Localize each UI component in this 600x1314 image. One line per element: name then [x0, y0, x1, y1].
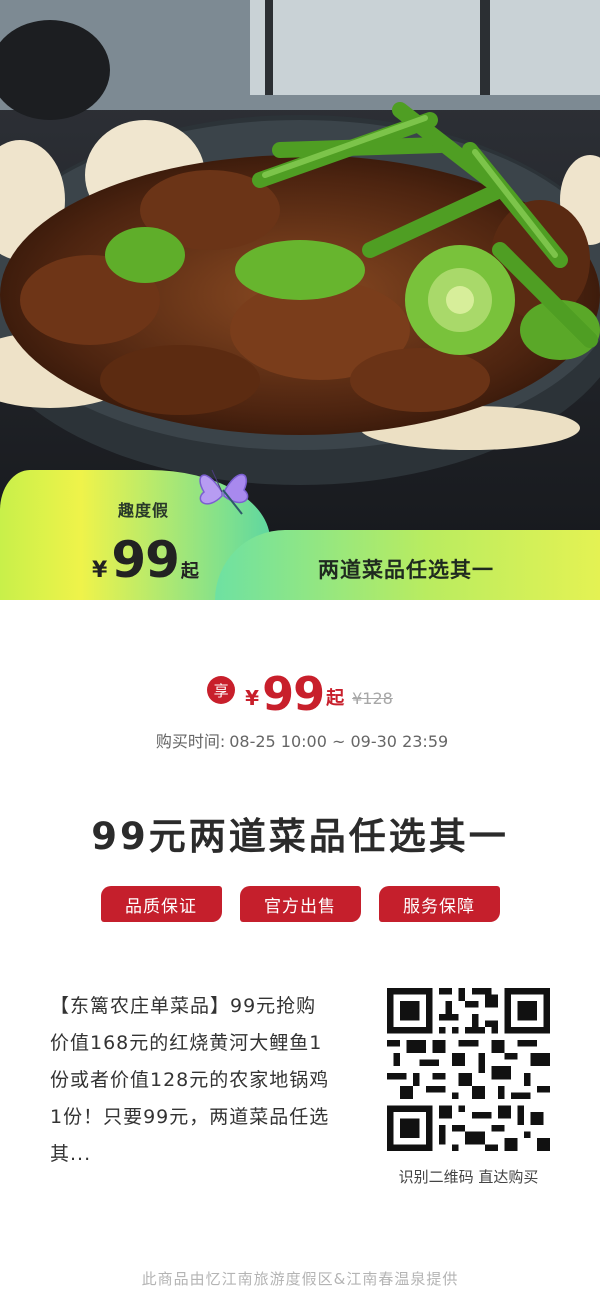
guarantee-badges: 品质保证 官方出售 服务保障: [0, 886, 600, 922]
hero-price: ¥ 99 起: [92, 530, 199, 590]
enjoy-badge: 享: [207, 676, 236, 704]
badge-service: 服务保障: [378, 886, 500, 922]
hero-price-value: 99: [111, 531, 180, 589]
purchase-time-range: 08-25 10:00 ~ 09-30 23:59: [229, 732, 449, 751]
hero-price-suffix: 起: [180, 561, 199, 582]
butterfly-icon: [199, 469, 249, 515]
hero-banner-text: 两道菜品任选其一: [318, 558, 494, 582]
price-value: 99: [262, 667, 325, 721]
qr-code[interactable]: [387, 988, 550, 1151]
product-title: 99元两道菜品任选其一: [91, 815, 509, 858]
provider-footer: 此商品由忆江南旅游度假区&江南春温泉提供: [141, 1270, 459, 1288]
hero-banner: 趣度假 ¥ 99 起 两道菜品任选其一: [0, 0, 600, 600]
badge-quality: 品质保证: [100, 886, 222, 922]
price-row: 享 ¥ 99 起 ¥128: [0, 660, 600, 720]
purchase-time-label: 购买时间:: [155, 732, 226, 751]
badge-official: 官方出售: [239, 886, 361, 922]
product-description: 【东篱农庄单菜品】99元抢购价值168元的红烧黄河大鲤鱼1份或者价值128元的农…: [50, 995, 330, 1165]
purchase-time: 购买时间: 08-25 10:00 ~ 09-30 23:59: [0, 728, 600, 752]
brand-name: 趣度假: [118, 501, 170, 520]
price-suffix: 起: [326, 688, 345, 709]
price-currency: ¥: [245, 686, 260, 710]
qr-caption: 识别二维码 直达购买: [398, 1168, 539, 1186]
hero-price-currency: ¥: [92, 558, 108, 583]
original-price: ¥128: [352, 689, 393, 708]
